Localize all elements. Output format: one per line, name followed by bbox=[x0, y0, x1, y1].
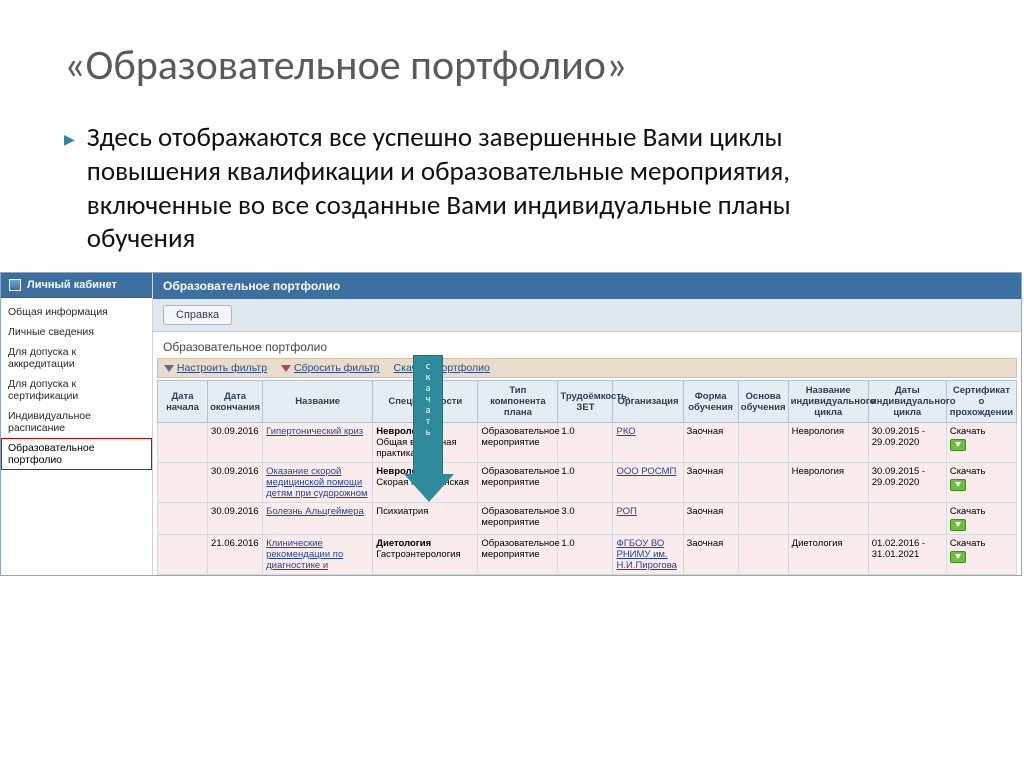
table-row: 30.09.2016Оказание скорой медицинской по… bbox=[158, 463, 1017, 503]
course-link[interactable]: Гипертонический криз bbox=[266, 426, 363, 437]
funnel-reset-icon bbox=[281, 365, 291, 372]
sidebar-item[interactable]: Для допуска к аккредитации bbox=[1, 342, 152, 374]
column-header[interactable]: Основа обучения bbox=[738, 381, 788, 423]
org-link[interactable]: ФГБОУ ВО РНИМУ им. Н.И.Пирогова bbox=[616, 538, 676, 571]
column-header[interactable]: Даты индивидуального цикла bbox=[868, 381, 946, 423]
sidebar-item[interactable]: Образовательное портфолио bbox=[1, 438, 152, 470]
column-header[interactable]: Трудоёмкость, ЗЕТ bbox=[558, 381, 613, 423]
course-link[interactable]: Клинические рекомендации по диагностике … bbox=[266, 538, 343, 571]
download-cert-button[interactable] bbox=[950, 519, 966, 531]
table-row: 30.09.2016Гипертонический кризНеврология… bbox=[158, 423, 1017, 463]
download-cert-button[interactable] bbox=[950, 551, 966, 563]
table-row: 21.06.2016Клинические рекомендации по ди… bbox=[158, 535, 1017, 575]
filter-bar: Настроить фильтр Сбросить фильтр Скачать… bbox=[157, 358, 1017, 378]
sidebar-item[interactable]: Для допуска к сертификации bbox=[1, 374, 152, 406]
column-header[interactable]: Форма обучения bbox=[683, 381, 738, 423]
funnel-icon bbox=[164, 365, 174, 372]
toolbar: Справка bbox=[153, 299, 1021, 332]
sidebar-item[interactable]: Личные сведения bbox=[1, 322, 152, 342]
org-link[interactable]: РКО bbox=[616, 426, 635, 437]
org-link[interactable]: РОП bbox=[616, 506, 636, 517]
bullet-marker-icon: ▶ bbox=[64, 131, 75, 148]
column-header[interactable]: Специальности bbox=[373, 381, 478, 423]
main-header: Образовательное портфолио bbox=[153, 273, 1021, 299]
filter-configure[interactable]: Настроить фильтр bbox=[164, 362, 267, 374]
sidebar-item[interactable]: Индивидуальное расписание bbox=[1, 406, 152, 438]
column-header[interactable]: Организация bbox=[613, 381, 683, 423]
column-header[interactable]: Дата окончания bbox=[208, 381, 263, 423]
portfolio-table: Дата началаДата окончанияНазваниеСпециал… bbox=[157, 380, 1017, 575]
org-link[interactable]: ООО РОСМП bbox=[616, 466, 676, 477]
filter-reset[interactable]: Сбросить фильтр bbox=[281, 362, 379, 374]
bullet-region: ▶ Здесь отображаются все успешно заверше… bbox=[64, 121, 960, 256]
column-header[interactable]: Название bbox=[263, 381, 373, 423]
column-header[interactable]: Сертификат о прохождении bbox=[946, 381, 1016, 423]
course-link[interactable]: Оказание скорой медицинской помощи детям… bbox=[266, 466, 367, 499]
column-header[interactable]: Название индивидуального цикла bbox=[788, 381, 868, 423]
section-label: Образовательное портфолио bbox=[153, 332, 1021, 358]
main-panel: Образовательное портфолио Справка Образо… bbox=[153, 273, 1021, 575]
sidebar-item[interactable]: Общая информация bbox=[1, 302, 152, 322]
download-portfolio-link[interactable]: Скачать портфолио bbox=[394, 362, 490, 374]
column-header[interactable]: Тип компонента плана bbox=[478, 381, 558, 423]
slide-title: «Образовательное портфолио» bbox=[64, 40, 1024, 91]
download-cert-button[interactable] bbox=[950, 439, 966, 451]
column-header[interactable]: Дата начала bbox=[158, 381, 208, 423]
help-button[interactable]: Справка bbox=[163, 305, 232, 325]
app-screenshot: Личный кабинет Общая информацияЛичные св… bbox=[0, 272, 1022, 576]
course-link[interactable]: Болезнь Альцгеймера bbox=[266, 506, 364, 517]
bullet-text: Здесь отображаются все успешно завершенн… bbox=[87, 121, 847, 256]
sidebar: Личный кабинет Общая информацияЛичные св… bbox=[1, 273, 153, 575]
table-row: 30.09.2016Болезнь АльцгеймераПсихиатрияО… bbox=[158, 503, 1017, 535]
download-cert-button[interactable] bbox=[950, 479, 966, 491]
cabinet-icon bbox=[9, 279, 21, 291]
sidebar-header: Личный кабинет bbox=[1, 273, 152, 298]
